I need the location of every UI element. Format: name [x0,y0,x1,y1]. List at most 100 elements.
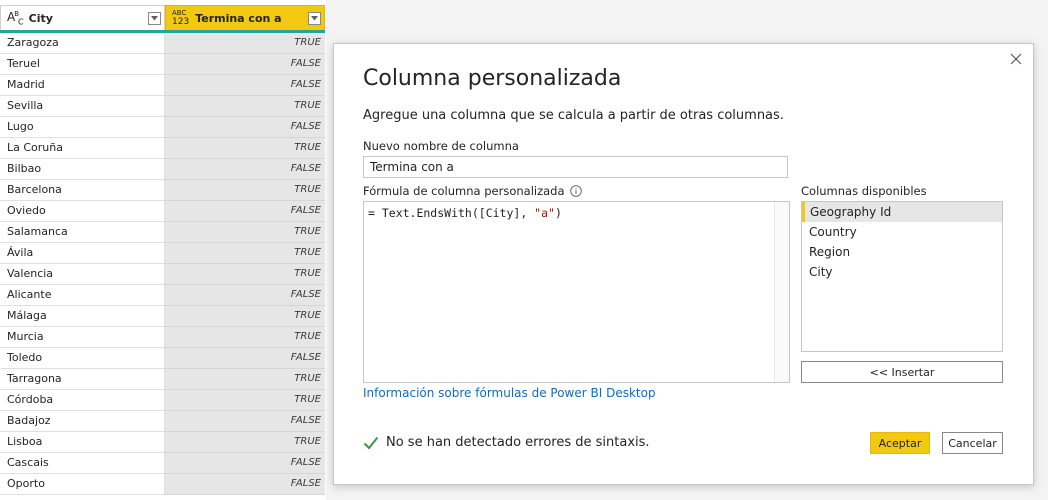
cancel-button[interactable]: Cancelar [942,432,1003,454]
cell-termina-con-a[interactable]: TRUE [165,264,325,285]
cell-city[interactable]: Zaragoza [0,33,165,54]
insert-button[interactable]: << Insertar [801,361,1003,383]
cell-termina-con-a[interactable]: TRUE [165,180,325,201]
cell-city[interactable]: La Coruña [0,138,165,159]
table-row[interactable]: Lisboa TRUE [0,432,326,453]
table-row[interactable]: Lugo FALSE [0,117,326,138]
accept-button[interactable]: Aceptar [870,432,930,454]
formula-help-link[interactable]: Información sobre fórmulas de Power BI D… [363,386,656,400]
filter-dropdown-icon[interactable] [308,11,321,25]
available-column-item[interactable]: Region [802,242,1002,262]
table-row[interactable]: Bilbao FALSE [0,159,326,180]
formula-label-row: Fórmula de columna personalizada [363,184,582,198]
cell-city[interactable]: Ávila [0,243,165,264]
table-row[interactable]: Córdoba TRUE [0,390,326,411]
cell-termina-con-a[interactable]: TRUE [165,138,325,159]
dialog-title: Columna personalizada [363,66,622,91]
cell-city[interactable]: Tarragona [0,369,165,390]
cell-city[interactable]: Valencia [0,264,165,285]
cell-city[interactable]: Badajoz [0,411,165,432]
formula-string-literal: "a" [534,206,555,220]
table-row[interactable]: La Coruña TRUE [0,138,326,159]
available-column-item[interactable]: Country [802,222,1002,242]
cell-city[interactable]: Córdoba [0,390,165,411]
cell-city[interactable]: Murcia [0,327,165,348]
table-row[interactable]: Valencia TRUE [0,264,326,285]
checkmark-icon [363,436,379,449]
table-row[interactable]: Sevilla TRUE [0,96,326,117]
table-row[interactable]: Ávila TRUE [0,243,326,264]
table-row[interactable]: Oporto FALSE [0,474,326,495]
formula-code-end: ) [554,206,562,220]
cell-termina-con-a[interactable]: TRUE [165,327,325,348]
table-row[interactable]: Cascais FALSE [0,453,326,474]
table-row[interactable]: Badajoz FALSE [0,411,326,432]
table-row[interactable]: Madrid FALSE [0,75,326,96]
table-row[interactable]: Murcia TRUE [0,327,326,348]
formula-scrollbar[interactable] [774,202,789,382]
cell-city[interactable]: Barcelona [0,180,165,201]
column-name-input[interactable] [363,156,788,178]
filter-dropdown-icon[interactable] [148,11,161,25]
formula-code: = Text.EndsWith([City], [368,206,535,220]
syntax-status-text: No se han detectado errores de sintaxis. [386,435,650,450]
table-row[interactable]: Oviedo FALSE [0,201,326,222]
cell-termina-con-a[interactable]: TRUE [165,432,325,453]
any-type-icon: ABC 123 [172,9,190,27]
cell-termina-con-a[interactable]: TRUE [165,306,325,327]
cell-termina-con-a[interactable]: FALSE [165,411,325,432]
cell-city[interactable]: Sevilla [0,96,165,117]
cell-termina-con-a[interactable]: TRUE [165,33,325,54]
cell-city[interactable]: Toledo [0,348,165,369]
cell-termina-con-a[interactable]: FALSE [165,285,325,306]
formula-label: Fórmula de columna personalizada [363,184,565,198]
cell-termina-con-a[interactable]: TRUE [165,243,325,264]
available-column-item[interactable]: City [802,262,1002,282]
cell-city[interactable]: Teruel [0,54,165,75]
cell-termina-con-a[interactable]: FALSE [165,117,325,138]
column-header-city[interactable]: ABC City [0,5,165,30]
cell-termina-con-a[interactable]: FALSE [165,159,325,180]
available-columns-label: Columnas disponibles [801,184,927,198]
formula-editor[interactable]: = Text.EndsWith([City], "a") [363,201,790,383]
column-header-termina-con-a[interactable]: ABC 123 Termina con a [165,5,325,30]
cell-city[interactable]: Alicante [0,285,165,306]
text-type-icon: ABC [7,9,24,27]
info-icon[interactable] [569,185,582,197]
table-row[interactable]: Alicante FALSE [0,285,326,306]
cell-city[interactable]: Oporto [0,474,165,495]
column-name-label: Nuevo nombre de columna [363,139,519,153]
cell-termina-con-a[interactable]: FALSE [165,54,325,75]
cell-termina-con-a[interactable]: TRUE [165,390,325,411]
cell-termina-con-a[interactable]: TRUE [165,369,325,390]
cell-city[interactable]: Lisboa [0,432,165,453]
cell-termina-con-a[interactable]: TRUE [165,96,325,117]
table-row[interactable]: Salamanca TRUE [0,222,326,243]
available-column-item[interactable]: Geography Id [802,202,1002,222]
table-row[interactable]: Teruel FALSE [0,54,326,75]
table-row[interactable]: Toledo FALSE [0,348,326,369]
cell-city[interactable]: Madrid [0,75,165,96]
cell-termina-con-a[interactable]: TRUE [165,222,325,243]
cell-termina-con-a[interactable]: FALSE [165,474,325,495]
table-row[interactable]: Tarragona TRUE [0,369,326,390]
table-row[interactable]: Zaragoza TRUE [0,33,326,54]
data-grid: ABC City ABC 123 Termina con a Zaragoza TR… [0,0,326,500]
close-icon[interactable] [1008,51,1024,67]
cell-city[interactable]: Oviedo [0,201,165,222]
cell-city[interactable]: Cascais [0,453,165,474]
formula-text[interactable]: = Text.EndsWith([City], "a") [368,206,562,220]
cell-city[interactable]: Málaga [0,306,165,327]
syntax-status: No se han detectado errores de sintaxis. [363,435,650,450]
table-row[interactable]: Málaga TRUE [0,306,326,327]
cell-termina-con-a[interactable]: FALSE [165,75,325,96]
cell-city[interactable]: Lugo [0,117,165,138]
table-row[interactable]: Barcelona TRUE [0,180,326,201]
custom-column-dialog: Columna personalizada Agregue una column… [333,43,1034,485]
available-columns-list[interactable]: Geography Id Country Region City [801,201,1003,352]
cell-termina-con-a[interactable]: FALSE [165,348,325,369]
cell-city[interactable]: Bilbao [0,159,165,180]
cell-termina-con-a[interactable]: FALSE [165,453,325,474]
cell-city[interactable]: Salamanca [0,222,165,243]
cell-termina-con-a[interactable]: FALSE [165,201,325,222]
